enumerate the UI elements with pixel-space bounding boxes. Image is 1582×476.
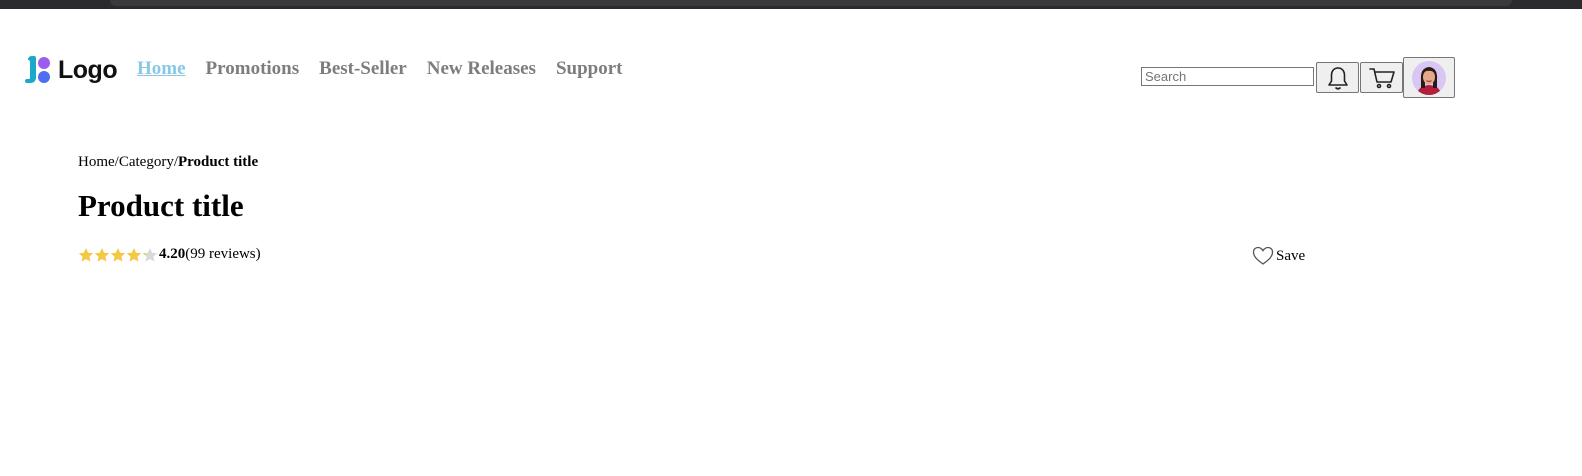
star-icon [126, 247, 142, 262]
breadcrumb-home[interactable]: Home [78, 154, 115, 170]
bell-icon [1327, 66, 1348, 90]
cart-icon [1368, 67, 1395, 88]
browser-tab-strip [110, 0, 1512, 6]
rating-stars [78, 247, 158, 263]
star-icon [142, 247, 158, 262]
nav-new-releases[interactable]: New Releases [427, 58, 536, 80]
logo-mark-icon [25, 56, 50, 83]
save-button[interactable]: Save [1252, 246, 1305, 266]
product-title: Product title [78, 188, 244, 223]
breadcrumb: Home/Category/Product title [78, 154, 258, 171]
star-icon [110, 247, 126, 262]
star-icon [94, 247, 110, 262]
star-icon [78, 247, 94, 262]
avatar [1412, 60, 1446, 95]
breadcrumb-category[interactable]: Category [119, 154, 174, 170]
rating-value: 4.20 [159, 246, 186, 262]
heart-icon [1252, 246, 1274, 265]
browser-top-bar [0, 0, 1582, 9]
user-avatar-button[interactable] [1403, 57, 1455, 98]
notifications-button[interactable] [1316, 62, 1359, 93]
cart-button[interactable] [1360, 62, 1403, 93]
nav-support[interactable]: Support [556, 58, 623, 80]
nav-promotions[interactable]: Promotions [206, 58, 300, 80]
browser-corner [1532, 0, 1582, 9]
search-input[interactable] [1141, 67, 1314, 86]
logo[interactable]: Logo [24, 55, 118, 85]
main-nav: Home Promotions Best-Seller New Releases… [137, 58, 622, 80]
product-rating: 4.20 (99 reviews) [78, 246, 261, 263]
breadcrumb-current: Product title [178, 154, 259, 170]
logo-text: Logo [58, 55, 118, 84]
save-label: Save [1276, 247, 1306, 264]
review-count[interactable]: (99 reviews) [185, 246, 260, 263]
nav-best-seller[interactable]: Best-Seller [319, 58, 407, 80]
nav-home[interactable]: Home [137, 58, 186, 80]
